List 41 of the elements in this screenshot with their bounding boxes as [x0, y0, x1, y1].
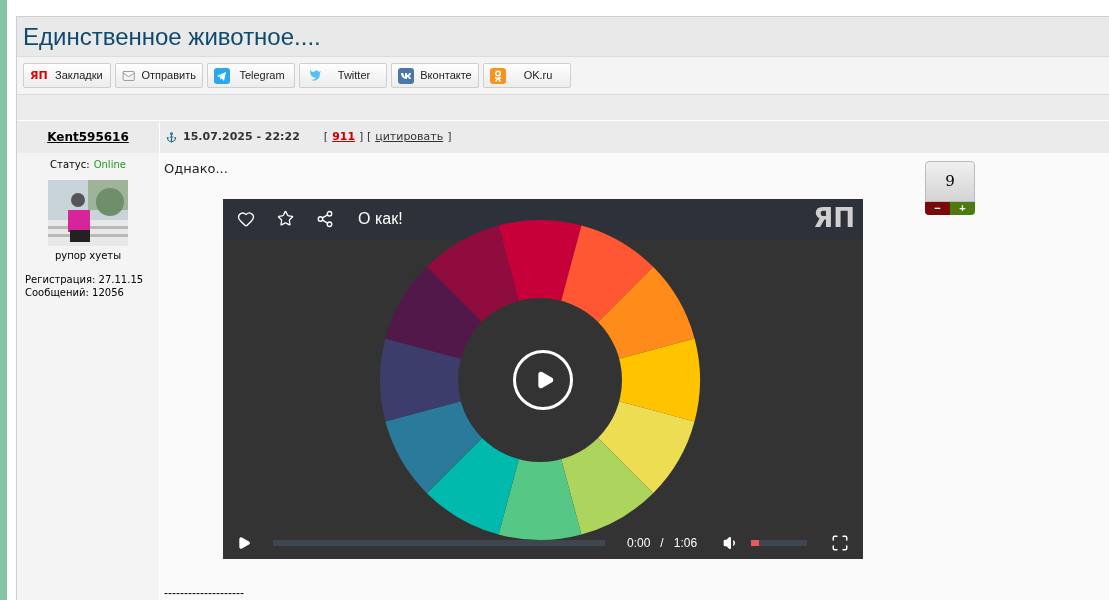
bookmark-logo: ЯП — [30, 70, 48, 81]
rating-count: 9 — [925, 161, 975, 202]
bracket: ] — [447, 128, 452, 145]
time-separator: / — [660, 534, 664, 552]
star-icon[interactable] — [277, 210, 294, 227]
play-icon[interactable] — [237, 535, 251, 550]
registration-date: Регистрация: 27.11.15 — [25, 273, 144, 286]
post-text: Однако... — [164, 160, 229, 178]
vote-up-button[interactable]: + — [950, 202, 975, 215]
video-title: О как! — [358, 208, 403, 229]
play-button[interactable] — [513, 349, 573, 410]
current-time: 0:00 — [627, 534, 651, 552]
progress-track[interactable] — [273, 539, 605, 546]
post-number-link[interactable]: 911 — [332, 128, 356, 146]
fullscreen-icon[interactable] — [831, 533, 849, 552]
share-button[interactable]: OK.ru — [483, 63, 571, 88]
like-icon[interactable] — [237, 209, 255, 228]
post-date: 15.07.2025 - 22:22 — [183, 128, 300, 145]
user-title: рупор хуеты — [54, 249, 122, 263]
anchor-icon[interactable] — [166, 131, 177, 143]
bracket: [ — [323, 128, 329, 145]
vote-down-button[interactable]: − — [925, 202, 950, 215]
share-icon[interactable] — [316, 209, 334, 228]
topic-title: Единственное животное.... — [23, 24, 321, 49]
share-button[interactable]: Twitter — [299, 63, 387, 88]
quote-link[interactable]: цитировать — [375, 128, 444, 146]
ok-icon — [490, 67, 506, 84]
volume-track[interactable] — [751, 539, 808, 546]
vk-icon — [398, 67, 414, 84]
share-button[interactable]: Вконтакте — [391, 63, 479, 88]
duration: 1:06 — [673, 534, 698, 552]
share-button[interactable]: ЯП Закладки — [23, 63, 111, 88]
share-button[interactable]: Отправить — [115, 63, 203, 88]
video-logo: ЯП — [813, 204, 855, 231]
paper-plane-icon — [214, 67, 230, 84]
message-count: Сообщений: 12056 — [25, 286, 125, 299]
share-button[interactable]: Telegram — [207, 63, 295, 88]
status-value: Online — [93, 158, 126, 172]
signature-divider: -------------------- — [164, 586, 245, 599]
bracket: ] [ — [359, 128, 372, 145]
status-label: Статус: — [50, 158, 90, 172]
